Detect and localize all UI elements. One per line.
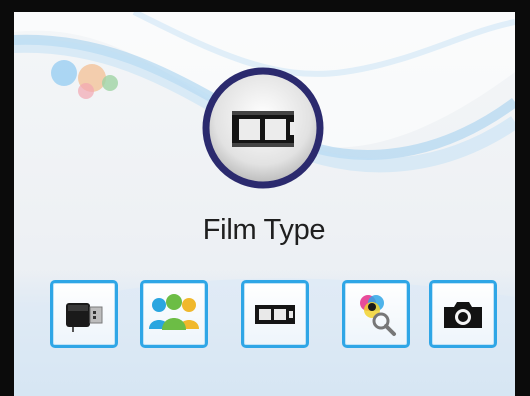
menu-panel: Film Type bbox=[14, 12, 515, 396]
color-magnifier-icon bbox=[360, 295, 396, 336]
film-type-button[interactable] bbox=[241, 280, 309, 348]
color-adjust-button[interactable] bbox=[342, 280, 410, 348]
decorative-bubbles bbox=[51, 60, 118, 99]
usb-button[interactable] bbox=[50, 280, 118, 348]
people-group-icon bbox=[149, 294, 199, 330]
device-screen: Film Type bbox=[0, 0, 530, 396]
menu-icon-bar bbox=[14, 280, 515, 352]
usb-drive-icon bbox=[66, 303, 103, 332]
page-title: Film Type bbox=[202, 214, 326, 246]
camera-icon bbox=[444, 302, 482, 328]
film-strip-icon bbox=[255, 305, 295, 324]
film-strip-icon bbox=[202, 67, 324, 189]
camera-button[interactable] bbox=[429, 280, 497, 348]
people-button[interactable] bbox=[140, 280, 208, 348]
